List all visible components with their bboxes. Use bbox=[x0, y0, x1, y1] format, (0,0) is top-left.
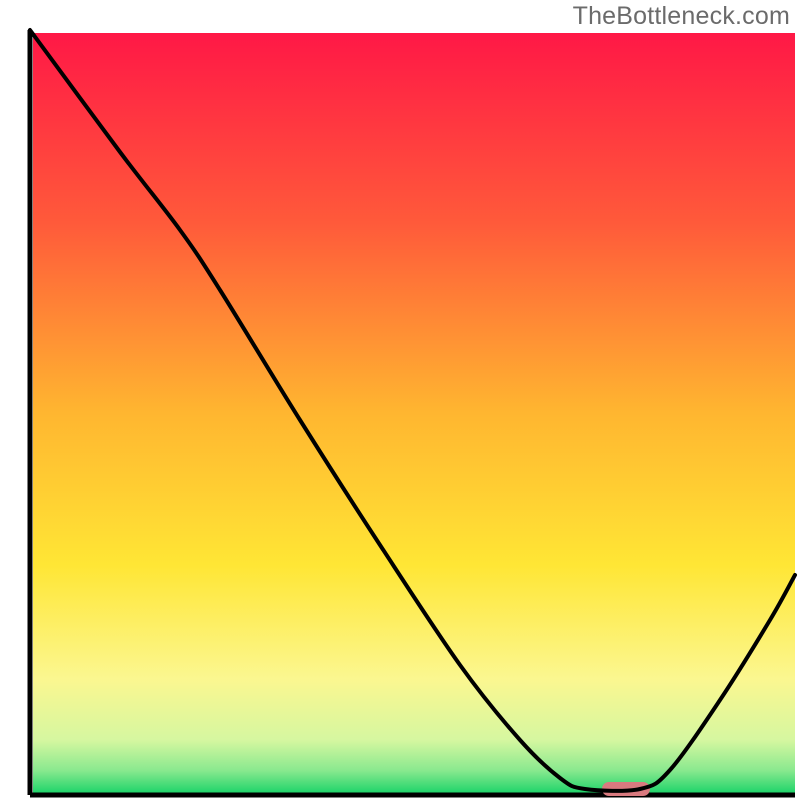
bottleneck-chart bbox=[0, 0, 800, 800]
chart-container: TheBottleneck.com bbox=[0, 0, 800, 800]
plot-background bbox=[33, 33, 795, 793]
watermark-text: TheBottleneck.com bbox=[573, 2, 790, 31]
